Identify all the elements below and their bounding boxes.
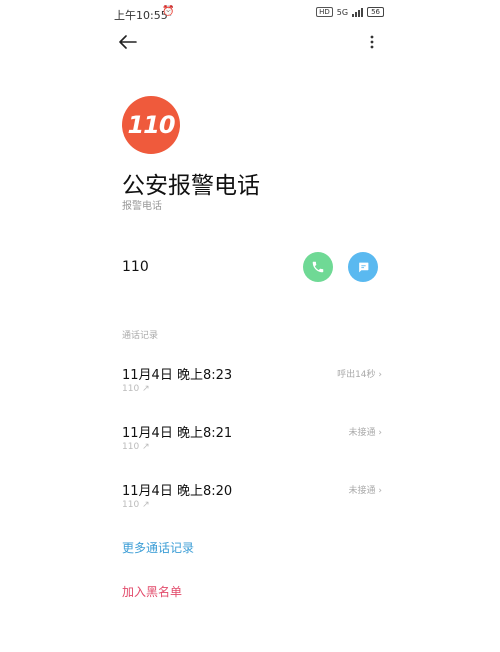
call-status: 未接通 › <box>349 425 383 438</box>
call-number-text: 110 <box>122 442 140 452</box>
status-indicators: HD 5G 56 <box>316 7 384 17</box>
call-number: 110 ↗ <box>122 384 150 394</box>
call-status: 未接通 › <box>349 483 383 496</box>
call-status: 呼出14秒 › <box>337 367 382 380</box>
status-time: 上午10:55 <box>114 9 168 22</box>
outgoing-arrow-icon: ↗ <box>142 442 150 452</box>
call-time: 11月4日 晚上8:23 <box>122 368 233 383</box>
arrow-left-icon <box>119 35 137 49</box>
contact-avatar: 110 <box>122 96 180 154</box>
contact-detail-screen: 上午10:55 ⏰ HD 5G 56 110 公安报警电话 报警电话 110 通… <box>108 0 388 652</box>
call-status-text: 呼出14秒 <box>337 370 376 380</box>
phone-number[interactable]: 110 <box>122 259 149 275</box>
call-log-item[interactable]: 11月4日 晚上8:23 110 ↗ 呼出14秒 › <box>122 364 382 408</box>
call-log-item[interactable]: 11月4日 晚上8:20 110 ↗ 未接通 › <box>122 480 382 524</box>
phone-icon <box>312 261 324 273</box>
battery-icon: 56 <box>367 7 384 17</box>
contact-subtitle: 报警电话 <box>122 201 162 212</box>
more-call-records-link[interactable]: 更多通话记录 <box>122 539 194 556</box>
call-status-text: 未接通 <box>348 428 376 438</box>
alarm-clock-icon: ⏰ <box>162 6 175 17</box>
call-number: 110 ↗ <box>122 500 150 510</box>
call-number-text: 110 <box>122 384 140 394</box>
chevron-right-icon: › <box>378 428 382 438</box>
outgoing-arrow-icon: ↗ <box>142 384 150 394</box>
message-icon <box>358 262 368 272</box>
chevron-right-icon: › <box>378 370 382 380</box>
more-vertical-icon <box>370 35 374 49</box>
more-options-button[interactable] <box>364 30 380 54</box>
call-log-heading: 通话记录 <box>122 331 159 341</box>
hd-icon: HD <box>316 7 333 17</box>
message-button[interactable] <box>348 252 378 282</box>
call-time: 11月4日 晚上8:20 <box>122 484 233 499</box>
add-to-blacklist-link[interactable]: 加入黑名单 <box>122 583 182 600</box>
status-bar: 上午10:55 ⏰ HD 5G 56 <box>108 6 384 22</box>
avatar-text: 110 <box>127 111 175 139</box>
call-number-text: 110 <box>122 500 140 510</box>
call-button[interactable] <box>303 252 333 282</box>
call-time: 11月4日 晚上8:21 <box>122 426 233 441</box>
signal-icon <box>352 7 364 17</box>
call-status-text: 未接通 <box>348 486 376 496</box>
battery-level: 56 <box>371 8 380 16</box>
chevron-right-icon: › <box>378 486 382 496</box>
network-label: 5G <box>336 7 349 17</box>
call-number: 110 ↗ <box>122 442 150 452</box>
top-bar <box>108 28 388 56</box>
outgoing-arrow-icon: ↗ <box>142 500 150 510</box>
contact-name: 公安报警电话 <box>122 173 260 199</box>
back-button[interactable] <box>116 30 140 54</box>
call-log-item[interactable]: 11月4日 晚上8:21 110 ↗ 未接通 › <box>122 422 382 466</box>
